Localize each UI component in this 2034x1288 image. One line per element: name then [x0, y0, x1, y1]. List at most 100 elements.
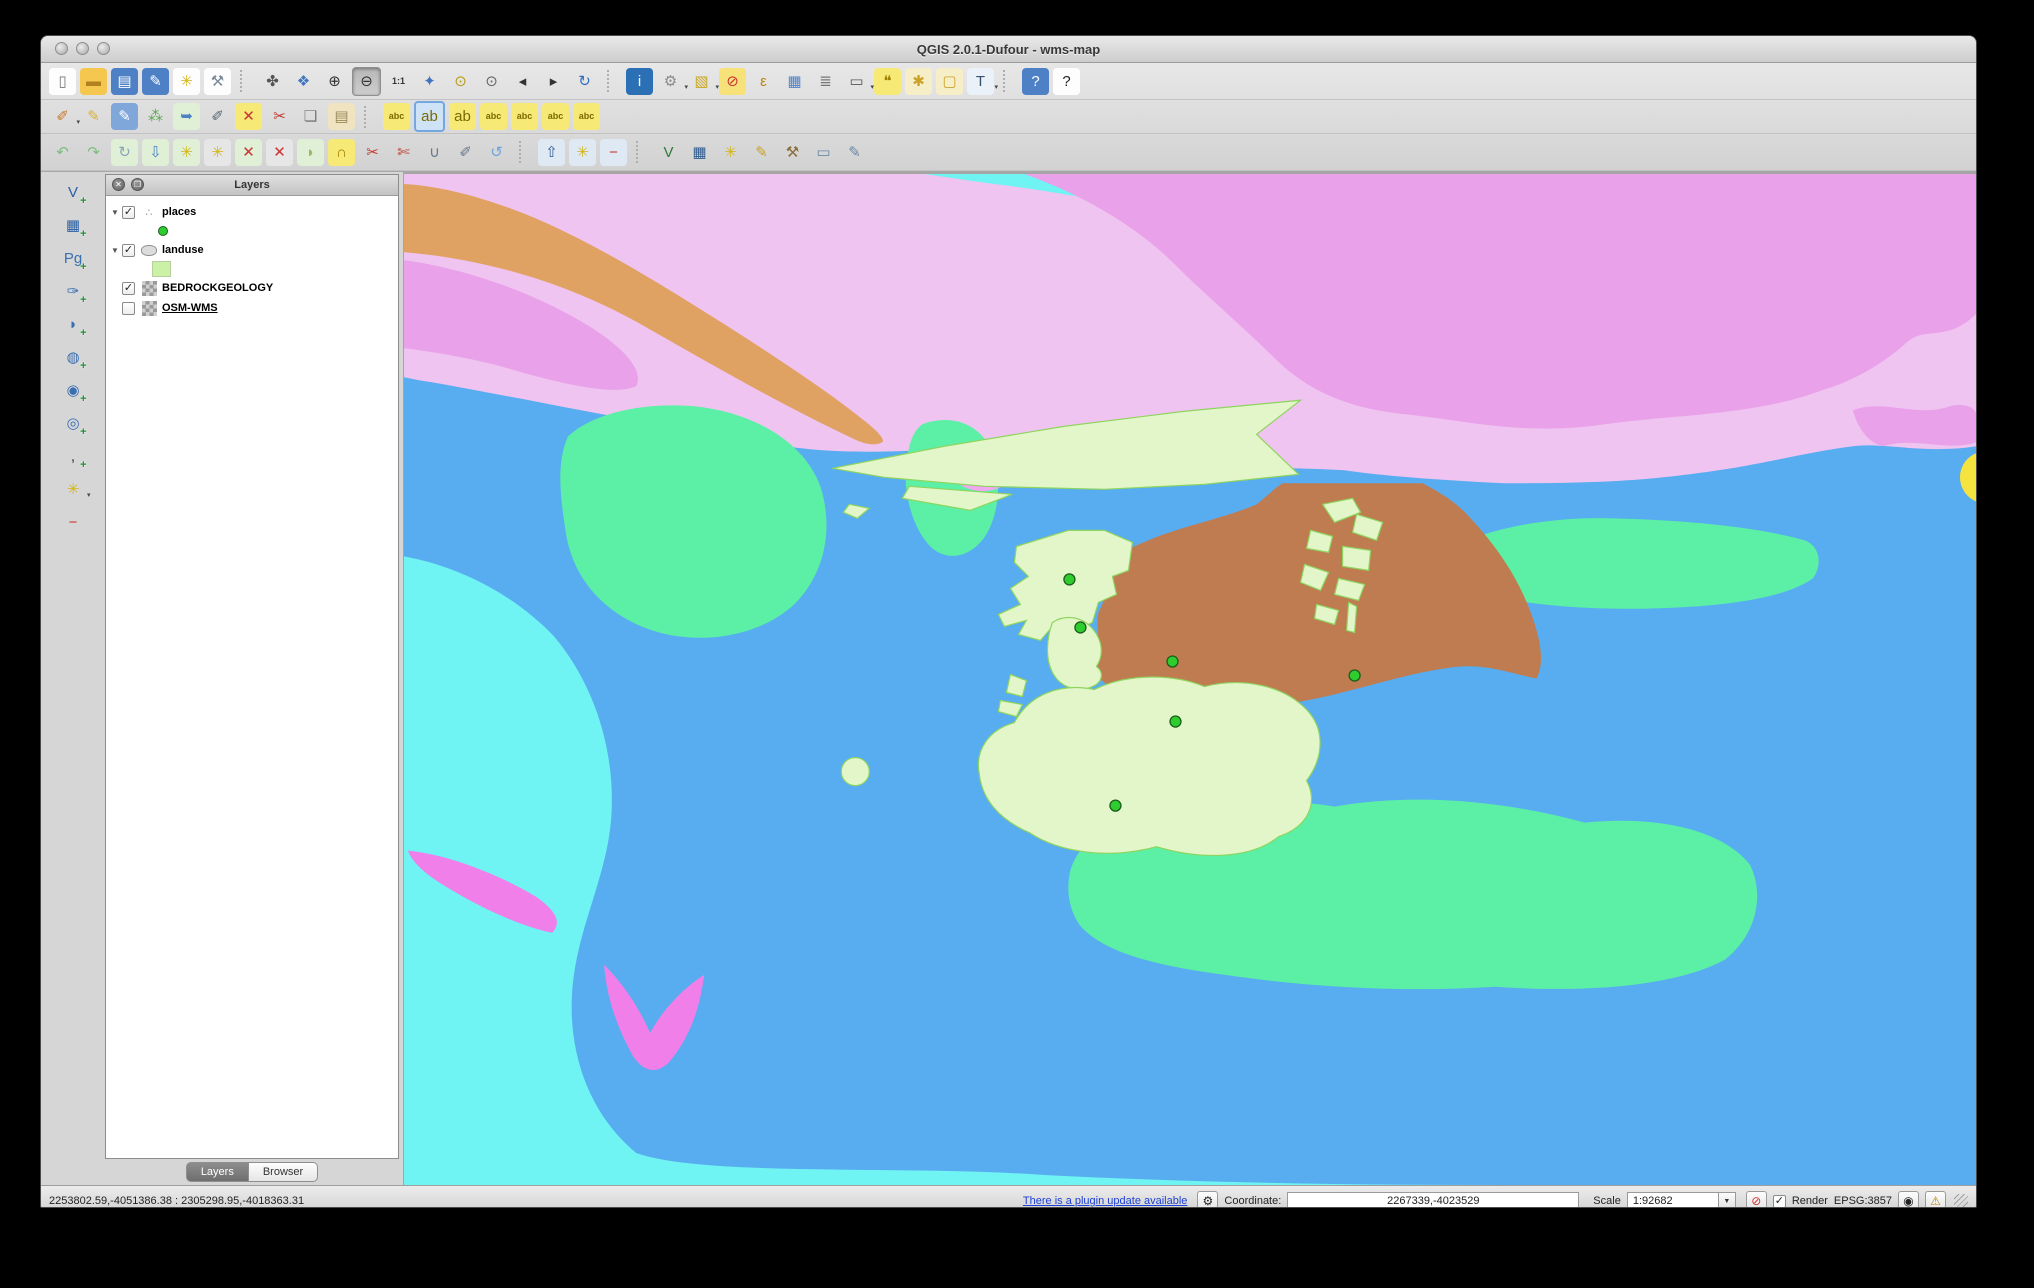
layer-item-places[interactable]: ▼ ✓ ∴ places — [108, 202, 396, 222]
add-raster-layer-alt-button[interactable]: ▦ ▾ — [686, 139, 713, 166]
delete-ring-button[interactable]: ✕ ▾ — [235, 139, 262, 166]
paste-features-button[interactable]: ▤ ▾ — [328, 103, 355, 130]
float-panel-button[interactable]: ❐ — [131, 178, 144, 191]
redo-button[interactable]: ↷ ▾ — [80, 139, 107, 166]
measure-button[interactable]: ▭ ▾ — [843, 68, 870, 95]
split-features-button[interactable]: ✂ ▾ — [359, 139, 386, 166]
stop-render-button[interactable]: ⊘ — [1746, 1191, 1767, 1209]
field-calculator-button[interactable]: ≣ ▾ — [812, 68, 839, 95]
add-ring-button[interactable]: ✳ ▾ — [173, 139, 200, 166]
grass-tools-button[interactable]: ⚒ ▾ — [779, 139, 806, 166]
render-checkbox[interactable]: ✓ — [1773, 1195, 1786, 1208]
show-bookmarks-button[interactable]: ▢ ▾ — [936, 68, 963, 95]
grass-new-mapset-button[interactable]: ✳ ▾ — [569, 139, 596, 166]
label-rotate-button[interactable]: abc ▾ — [542, 103, 569, 130]
resize-grip[interactable] — [1954, 1194, 1968, 1208]
zoom-last-button[interactable]: ◂ ▾ — [509, 68, 536, 95]
new-project-button[interactable]: ▯ ▾ — [49, 68, 76, 95]
grass-region-button[interactable]: ▭ ▾ — [810, 139, 837, 166]
grass-open-mapset-button[interactable]: ⇧ ▾ — [538, 139, 565, 166]
map-canvas[interactable] — [403, 172, 1976, 1185]
plugin-manager-button[interactable]: ⚙ — [1197, 1191, 1218, 1209]
add-vector-layer-button[interactable]: V ▾ + — [60, 179, 87, 206]
delete-part-button[interactable]: ✕ ▾ — [266, 139, 293, 166]
add-spatialite-layer-button[interactable]: ✑ ▾ + — [60, 278, 87, 305]
split-parts-button[interactable]: ✄ ▾ — [390, 139, 417, 166]
messages-button[interactable]: ⚠ — [1925, 1191, 1946, 1209]
layer-checkbox-bedrockgeology[interactable]: ✓ — [122, 282, 135, 295]
add-wms-layer-button[interactable]: ◍ ▾ + — [60, 344, 87, 371]
current-edits-button[interactable]: ✐ ▾ — [49, 103, 76, 130]
refresh-map-button[interactable]: ↻ ▾ — [571, 68, 598, 95]
label-move-button[interactable]: abc ▾ — [511, 103, 538, 130]
layer-item-landuse[interactable]: ▼ ✓ landuse — [108, 240, 396, 260]
label-show-hidden-button[interactable]: abc ▾ — [480, 103, 507, 130]
open-project-button[interactable]: ▬ ▾ — [80, 68, 107, 95]
remove-layer-button[interactable]: − ▾ — [60, 509, 87, 536]
add-postgis-layer-button[interactable]: Pg ▾ + — [60, 245, 87, 272]
scale-combo[interactable]: 1:92682 ▼ — [1627, 1192, 1736, 1209]
composer-manager-button[interactable]: ⚒ ▾ — [204, 68, 231, 95]
layer-item-osm-wms[interactable]: OSM-WMS — [108, 298, 396, 318]
select-features-button[interactable]: ▧ ▾ — [688, 68, 715, 95]
identify-features-button[interactable]: i ▾ — [626, 68, 653, 95]
label-pin-unpin-button[interactable]: ab ▾ — [414, 101, 445, 132]
map-tips-button[interactable]: ❝ ▾ — [874, 68, 901, 95]
add-wfs-layer-button[interactable]: ◎ ▾ + — [60, 410, 87, 437]
scale-input[interactable]: 1:92682 — [1627, 1192, 1719, 1209]
labeling-button[interactable]: abc ▾ — [383, 103, 410, 130]
edit-vector-layer-button[interactable]: ✎ ▾ — [748, 139, 775, 166]
expand-arrow-icon[interactable]: ▼ — [108, 246, 122, 255]
add-wcs-layer-button[interactable]: ◉ ▾ + — [60, 377, 87, 404]
open-attribute-table-button[interactable]: ▦ ▾ — [781, 68, 808, 95]
add-feature-button[interactable]: ⁂ ▾ — [142, 103, 169, 130]
node-tool-button[interactable]: ✐ ▾ — [204, 103, 231, 130]
copy-features-button[interactable]: ❏ ▾ — [297, 103, 324, 130]
tab-layers[interactable]: Layers — [186, 1162, 248, 1182]
offset-curve-button[interactable]: ∩ ▾ — [328, 139, 355, 166]
help-button[interactable]: ? ▾ — [1022, 68, 1049, 95]
zoom-full-button[interactable]: ✦ ▾ — [416, 68, 443, 95]
save-layer-edits-button[interactable]: ✎ ▾ — [111, 103, 138, 130]
new-shapefile-layer-button[interactable]: ✳ ▾ — [60, 476, 87, 503]
cut-features-button[interactable]: ✂ ▾ — [266, 103, 293, 130]
layer-checkbox-landuse[interactable]: ✓ — [122, 244, 135, 257]
new-vector-layer-button[interactable]: ✳ ▾ — [717, 139, 744, 166]
reshape-features-button[interactable]: ✐ ▾ — [452, 139, 479, 166]
zoom-to-selection-button[interactable]: ⊙ ▾ — [447, 68, 474, 95]
grass-edit-region-button[interactable]: ✎ ▾ — [841, 139, 868, 166]
add-part-button[interactable]: ✳ ▾ — [204, 139, 231, 166]
zoom-native-button[interactable]: 1:1 ▾ — [385, 68, 412, 95]
rotate-feature-button[interactable]: ↻ ▾ — [111, 139, 138, 166]
new-bookmark-button[interactable]: ✱ ▾ — [905, 68, 932, 95]
move-feature-button[interactable]: ➥ ▾ — [173, 103, 200, 130]
undo-button[interactable]: ↶ ▾ — [49, 139, 76, 166]
text-annotation-button[interactable]: T ▾ — [967, 68, 994, 95]
zoom-window-button[interactable] — [97, 42, 110, 55]
add-mssql-layer-button[interactable]: ◗ ▾ + — [60, 311, 87, 338]
layers-panel-header[interactable]: ✕ ❐ Layers — [106, 175, 398, 196]
delete-selected-button[interactable]: ✕ ▾ — [235, 103, 262, 130]
minimize-window-button[interactable] — [76, 42, 89, 55]
fill-ring-button[interactable]: ◗ ▾ — [297, 139, 324, 166]
coordinate-input[interactable]: 2267339,-4023529 — [1287, 1192, 1579, 1209]
save-project-button[interactable]: ▤ ▾ — [111, 68, 138, 95]
label-properties-button[interactable]: abc ▾ — [573, 103, 600, 130]
pan-to-selection-button[interactable]: ❖ ▾ — [290, 68, 317, 95]
title-bar[interactable]: QGIS 2.0.1-Dufour - wms-map — [41, 36, 1976, 63]
expand-arrow-icon[interactable]: ▼ — [108, 208, 122, 217]
layer-checkbox-osm-wms[interactable] — [122, 302, 135, 315]
layer-checkbox-places[interactable]: ✓ — [122, 206, 135, 219]
rotate-point-symbols-button[interactable]: ↺ ▾ — [483, 139, 510, 166]
scale-dropdown-button[interactable]: ▼ — [1719, 1192, 1736, 1209]
select-by-expression-button[interactable]: ε ▾ — [750, 68, 777, 95]
save-project-as-button[interactable]: ✎ ▾ — [142, 68, 169, 95]
grass-close-mapset-button[interactable]: − ▾ — [600, 139, 627, 166]
whats-this-button[interactable]: ? ▾ — [1053, 68, 1080, 95]
close-window-button[interactable] — [55, 42, 68, 55]
pan-map-button[interactable]: ✤ ▾ — [259, 68, 286, 95]
label-pin-button[interactable]: ab ▾ — [449, 103, 476, 130]
add-vector-layer-alt-button[interactable]: V ▾ — [655, 139, 682, 166]
simplify-feature-button[interactable]: ⇩ ▾ — [142, 139, 169, 166]
zoom-out-button[interactable]: ⊖ ▾ — [352, 67, 381, 96]
